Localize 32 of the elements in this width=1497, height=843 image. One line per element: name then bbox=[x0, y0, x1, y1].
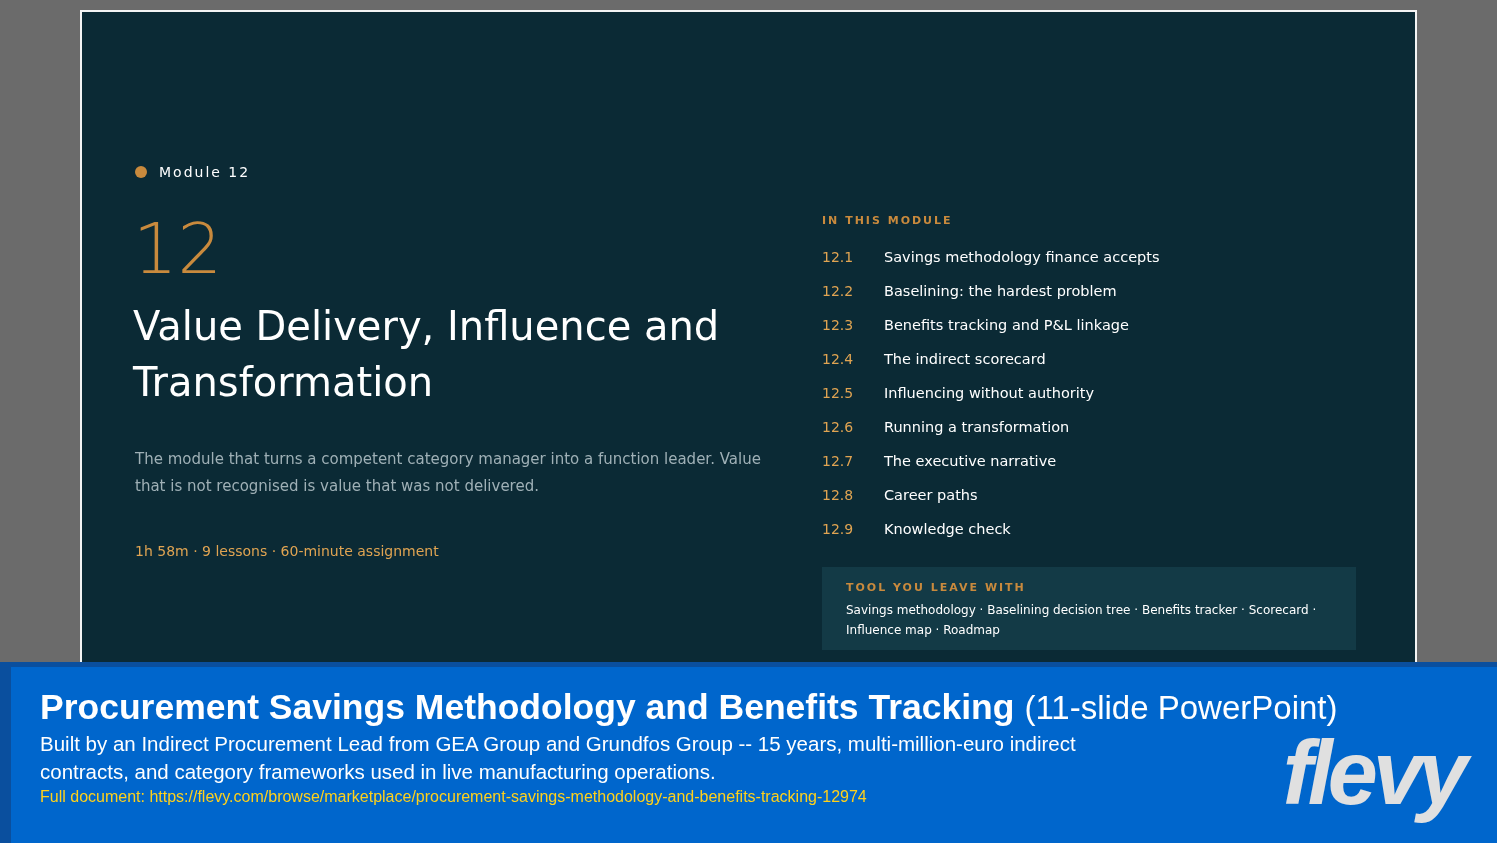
lesson-number: 12.2 bbox=[822, 283, 855, 299]
module-title: Value Delivery, Influence and Transformation bbox=[133, 302, 721, 407]
contents-heading: IN THIS MODULE bbox=[822, 214, 954, 227]
lesson-number: 12.8 bbox=[822, 487, 855, 503]
lesson-title: Career paths bbox=[884, 487, 978, 503]
lesson-title: Savings methodology finance accepts bbox=[884, 249, 1160, 265]
lesson-number: 12.7 bbox=[822, 453, 855, 469]
lesson-number: 12.5 bbox=[822, 385, 855, 401]
lesson-number: 12.4 bbox=[822, 351, 855, 367]
lesson-number: 12.6 bbox=[822, 419, 855, 435]
lesson-number: 12.3 bbox=[822, 317, 855, 333]
dot-icon bbox=[135, 166, 147, 178]
lesson-number: 12.1 bbox=[822, 249, 855, 265]
banner-subtitle: (11-slide PowerPoint) bbox=[1024, 689, 1338, 727]
lesson-title: Running a transformation bbox=[884, 419, 1070, 435]
module-description: The module that turns a competent category manager into a function leader. Value that is not recognised is value that was not delivered. bbox=[134, 449, 762, 497]
tools-text: Savings methodology · Baselining decision tree · Benefits tracker · Scorecard · Influence map · Roadmap bbox=[846, 602, 1318, 639]
banner-title: Procurement Savings Methodology and Benefits Tracking bbox=[40, 687, 1015, 728]
lesson-title: The indirect scorecard bbox=[884, 351, 1046, 367]
module-meta: 1h 58m · 9 lessons · 60-minute assignment bbox=[134, 543, 440, 559]
tools-heading: TOOL YOU LEAVE WITH bbox=[846, 581, 1027, 594]
lesson-title: Influencing without authority bbox=[884, 385, 1095, 401]
lesson-title: Knowledge check bbox=[884, 521, 1011, 537]
module-number: 12 bbox=[133, 214, 224, 284]
lesson-title: Baselining: the hardest problem bbox=[884, 283, 1117, 299]
lesson-number: 12.9 bbox=[822, 521, 855, 537]
document-link[interactable]: Full document: https://flevy.com/browse/marketplace/procurement-savings-methodology-and-benefits-tracking-12974 bbox=[40, 788, 1105, 806]
banner-description: Built by an Indirect Procurement Lead from GEA Group and Grundfos Group -- 15 years, multi-million-euro indirect contracts, and category frameworks used in live manufacturing operations. bbox=[40, 731, 1077, 785]
lesson-title: The executive narrative bbox=[884, 453, 1057, 469]
logo: flevy bbox=[1278, 726, 1477, 821]
lesson-title: Benefits tracking and P&L linkage bbox=[884, 317, 1129, 333]
module-label: Module 12 bbox=[159, 164, 251, 180]
